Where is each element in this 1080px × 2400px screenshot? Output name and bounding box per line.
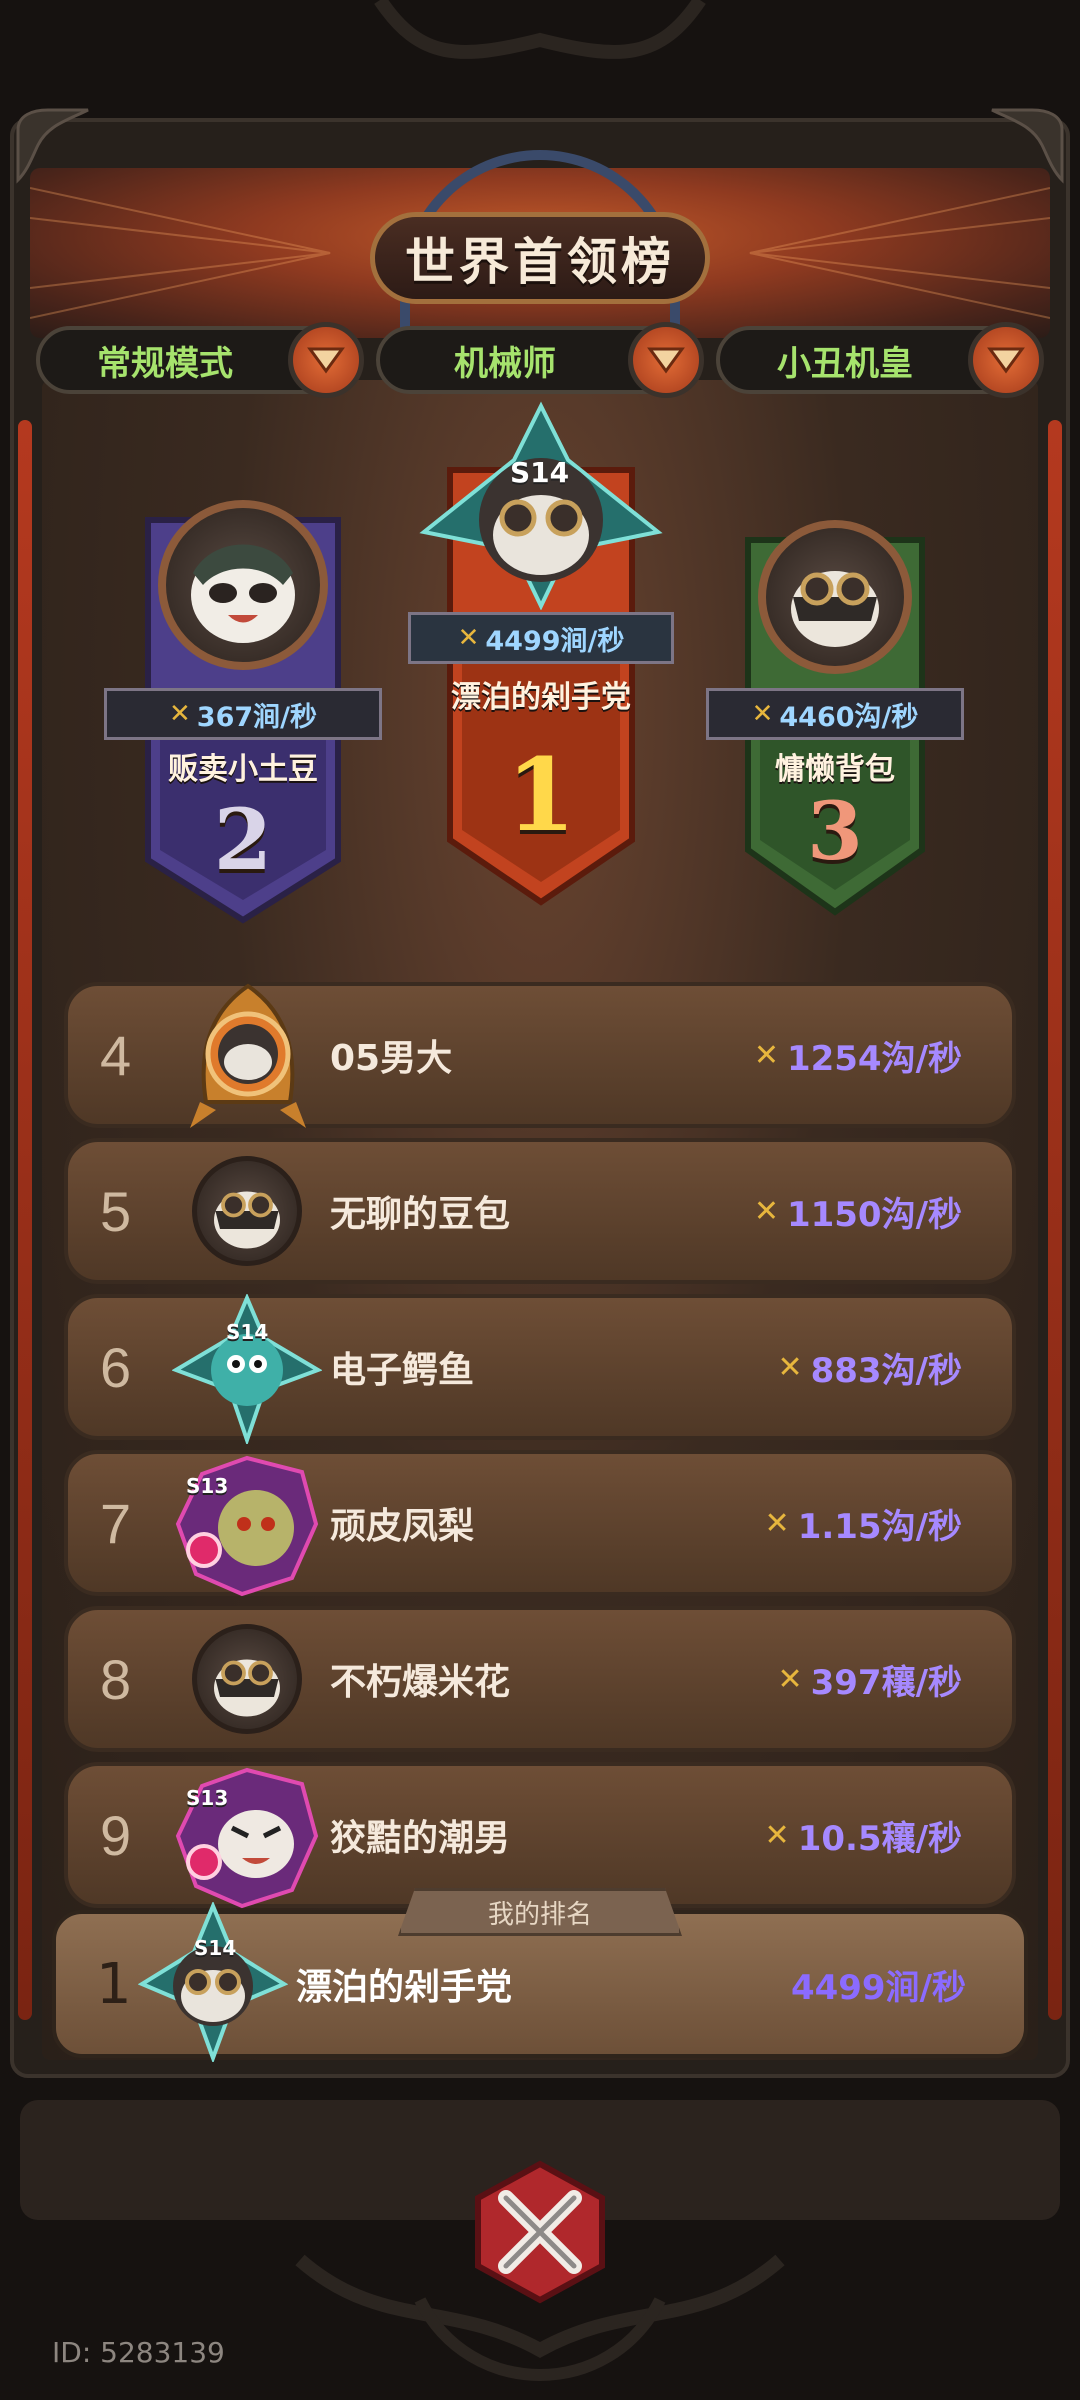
season-badge: S14 [226,1320,269,1344]
player-score: 1.15沟/秒 [797,1506,962,1547]
rank-number: 7 [100,1491,132,1555]
crossed-swords-icon: ✕ [753,1193,779,1229]
user-id-label: ID: 5283139 [52,2336,225,2369]
list-item[interactable]: 7 S13 顽皮凤梨 ✕ 1.15沟/秒 [64,1450,1016,1597]
podium-score-ribbon: ✕ 4460沟/秒 [706,688,964,740]
frost-crest-avatar-frame-icon[interactable] [418,400,664,610]
title-plate: 世界首领榜 [370,212,710,304]
podium-score: 367涧/秒 [196,701,318,733]
podium-score: 4460沟/秒 [779,701,919,733]
player-name: 顽皮凤梨 [330,1506,475,1547]
list-item[interactable]: 9 S13 狡黠的潮男 ✕ 10.5穰/秒 [64,1762,1016,1909]
podium-rank-number: 2 [213,790,273,889]
frame-rail-right [1048,420,1062,2020]
avatar[interactable] [192,1624,302,1734]
player-score: 1150沟/秒 [786,1194,962,1235]
mode-filter-dropdown[interactable]: 常规模式 [36,322,364,398]
season-badge: S14 [510,456,570,489]
list-item[interactable]: 4 05男大 ✕ 1254沟/秒 [64,982,1016,1128]
crossed-swords-icon: ✕ [168,699,191,729]
rank-number: 1 [96,1951,132,2017]
player-name: 电子鳄鱼 [330,1350,475,1391]
mode-filter-label: 常规模式 [97,343,233,384]
rank-number: 4 [100,1023,132,1087]
podium-rank-number: 3 [807,784,863,878]
avatar[interactable] [758,520,912,674]
player-score: 10.5穰/秒 [797,1818,962,1859]
player-score: 883沟/秒 [810,1350,962,1391]
raccoon-goggles-avatar-icon [791,571,879,647]
page-title: 世界首领榜 [405,233,675,291]
panda-avatar-icon [191,544,295,643]
class-filter-label: 机械师 [454,343,556,384]
rank-number: 5 [100,1179,132,1243]
rank-number: 6 [100,1335,132,1399]
boss-filter-label: 小丑机皇 [777,343,913,384]
podium-score-ribbon: ✕ 4499涧/秒 [408,612,674,664]
player-name: 无聊的豆包 [330,1194,511,1235]
rank-number: 9 [100,1803,132,1867]
podium-player-name: 慵懒背包 [775,752,895,787]
player-score: 1254沟/秒 [786,1038,962,1079]
raccoon-goggles-avatar-icon [214,1659,280,1717]
podium-second[interactable]: ✕ 367涧/秒 贩卖小土豆 2 [104,500,382,930]
podium-first[interactable]: S14 ✕ 4499涧/秒 漂泊的剁手党 1 [408,400,674,910]
frame-rail-left [18,420,32,2020]
list-item[interactable]: 5 无聊的豆包 ✕ 1150沟/秒 [64,1138,1016,1284]
player-name: 不朽爆米花 [330,1662,511,1703]
season-badge: S13 [186,1786,229,1810]
podium-player-name: 贩卖小土豆 [168,752,318,787]
avatar[interactable] [158,500,328,670]
class-filter-dropdown[interactable]: 机械师 [376,322,704,398]
podium-rank-number: 1 [506,736,576,854]
crossed-swords-icon: ✕ [764,1505,790,1541]
chevron-down-icon[interactable] [288,322,364,398]
crossed-swords-icon: ✕ [777,1349,803,1385]
list-item[interactable]: 6 S14 电子鳄鱼 ✕ 883沟/秒 [64,1294,1016,1444]
rank-number: 8 [100,1647,132,1711]
crossed-swords-icon: ✕ [751,699,774,729]
crossed-swords-icon: ✕ [764,1817,790,1853]
crossed-swords-icon: ✕ [753,1037,779,1073]
close-icon[interactable] [466,2158,614,2306]
raccoon-goggles-avatar-icon [214,1191,280,1249]
podium-score: 4499涧/秒 [485,625,625,657]
frost-crest-avatar-frame-icon[interactable] [138,1902,288,2062]
frost-crest-avatar-frame-icon[interactable] [172,1294,322,1444]
podium-player-name: 漂泊的剁手党 [451,680,631,715]
crossed-swords-icon: ✕ [777,1661,803,1697]
player-score: 4499涧/秒 [790,1967,966,2008]
player-name: 05男大 [330,1038,453,1079]
player-name: 狡黠的潮男 [330,1818,511,1859]
podium-third[interactable]: ✕ 4460沟/秒 慵懒背包 3 [700,520,970,920]
chevron-down-icon[interactable] [628,322,704,398]
player-score: 397穰/秒 [810,1662,962,1703]
crossed-swords-icon: ✕ [457,623,480,653]
list-item[interactable]: 8 不朽爆米花 ✕ 397穰/秒 [64,1606,1016,1752]
podium-score-ribbon: ✕ 367涧/秒 [104,688,382,740]
season-badge: S14 [194,1936,237,1960]
boss-filter-dropdown[interactable]: 小丑机皇 [716,322,1044,398]
season-badge: S13 [186,1474,229,1498]
avatar[interactable] [192,1156,302,1266]
rocket-avatar-frame-icon[interactable] [186,982,310,1132]
my-rank-tag: 我的排名 [398,1888,682,1936]
chevron-down-icon[interactable] [968,322,1044,398]
